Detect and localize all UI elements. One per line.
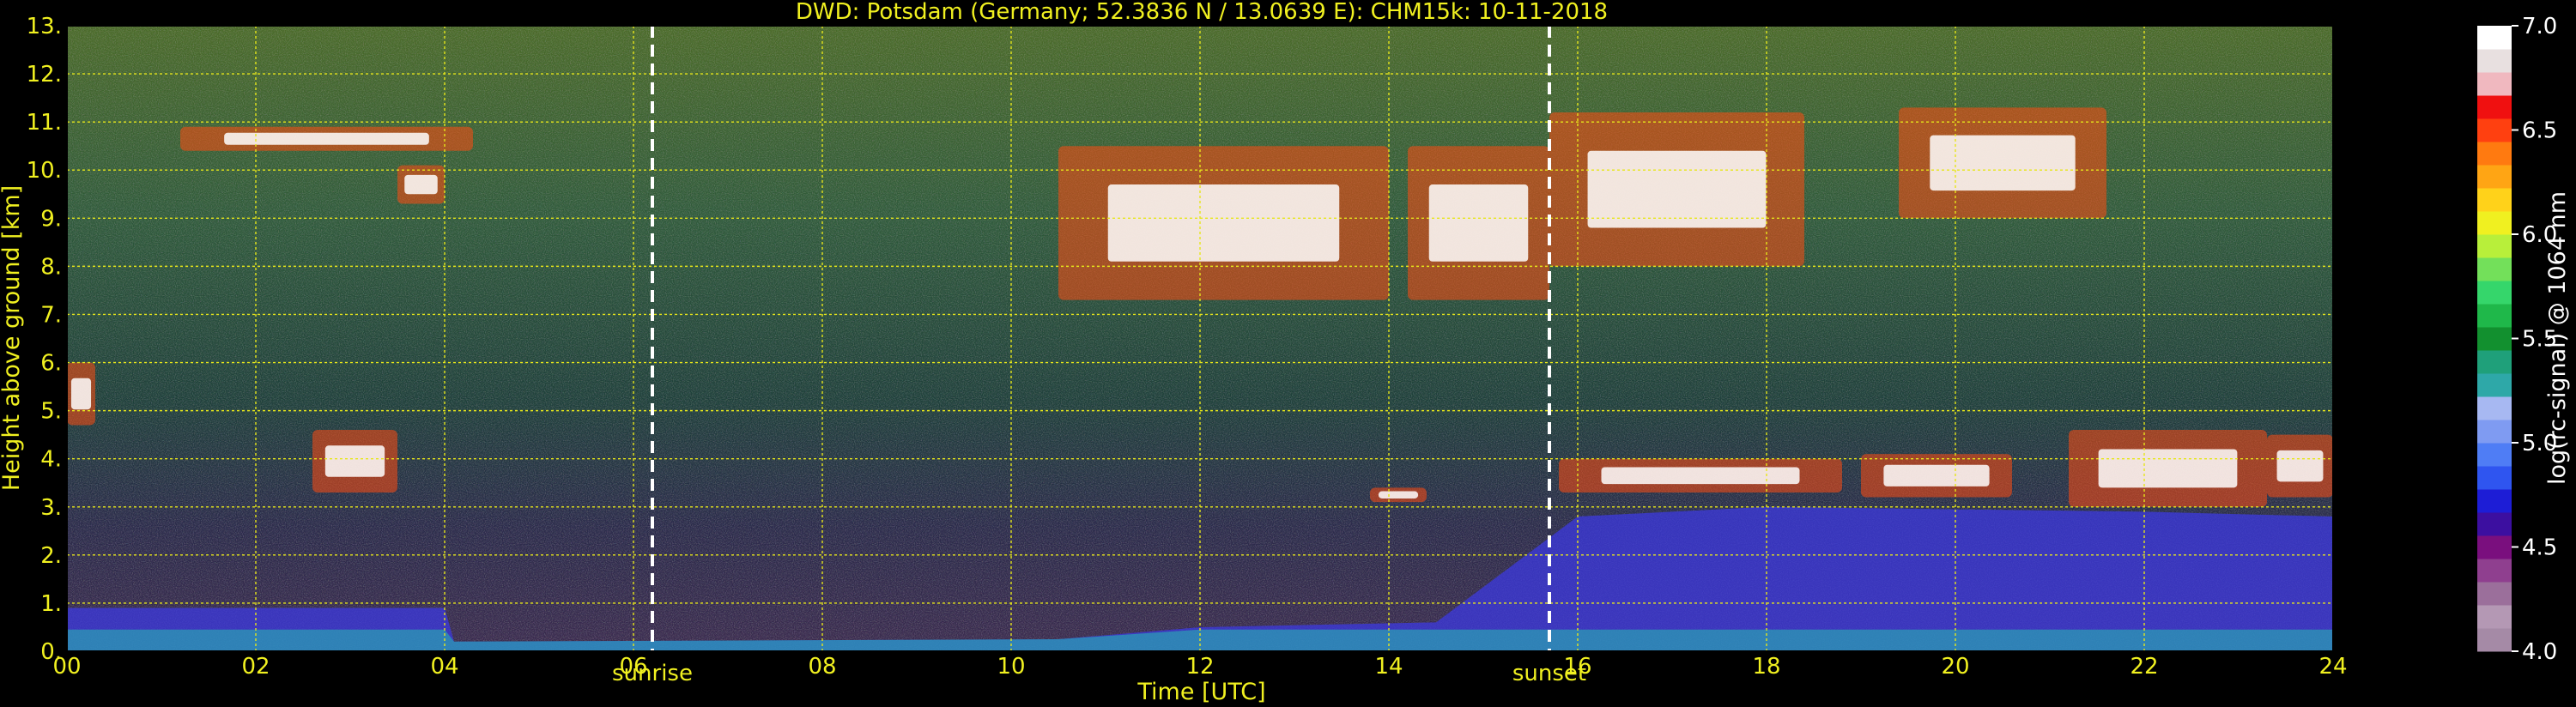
y-tick-label: 7. bbox=[40, 302, 62, 328]
colorbar-segment bbox=[2477, 118, 2512, 142]
colorbar-segment bbox=[2477, 350, 2512, 374]
colorbar-segment bbox=[2477, 582, 2512, 606]
colorbar-segment bbox=[2477, 396, 2512, 420]
colorbar-tick-label: 4.0 bbox=[2522, 639, 2557, 665]
cloud-core-9 bbox=[1601, 467, 1800, 485]
y-tick-label: 9. bbox=[40, 206, 62, 232]
colorbar-segment bbox=[2477, 420, 2512, 444]
colorbar-segment bbox=[2477, 188, 2512, 212]
y-tick-label: 11. bbox=[27, 110, 62, 136]
colorbar-tick-label: 6.5 bbox=[2522, 118, 2557, 144]
cloud-core-11 bbox=[2098, 449, 2238, 488]
colorbar-segment bbox=[2477, 49, 2512, 73]
colorbar-segment bbox=[2477, 72, 2512, 96]
x-tick-label: 22 bbox=[2130, 654, 2158, 680]
y-tick-label: 12. bbox=[27, 62, 62, 88]
cloud-core-5 bbox=[1428, 184, 1529, 262]
colorbar-segment bbox=[2477, 142, 2512, 166]
cloud-core-3 bbox=[70, 378, 92, 410]
colorbar-tick-label: 7.0 bbox=[2522, 14, 2557, 39]
colorbar-segment bbox=[2477, 373, 2512, 397]
colorbar-segment bbox=[2477, 26, 2512, 50]
colorbar-segment bbox=[2477, 512, 2512, 536]
x-tick-label: 14 bbox=[1374, 654, 1403, 680]
y-tick-label: 5. bbox=[40, 399, 62, 425]
cloud-core-8 bbox=[1378, 491, 1419, 499]
cloud-core-12 bbox=[2276, 450, 2324, 482]
cloud-core-4 bbox=[1107, 184, 1340, 262]
x-tick-label: 04 bbox=[430, 654, 458, 680]
y-tick-label: 13. bbox=[27, 14, 62, 39]
colorbar-segment bbox=[2477, 489, 2512, 513]
colorbar-segment bbox=[2477, 281, 2512, 305]
colorbar-segment bbox=[2477, 165, 2512, 189]
x-tick-label: 18 bbox=[1752, 654, 1780, 680]
ceilometer-chart: DWD: Potsdam (Germany; 52.3836 N / 13.06… bbox=[0, 0, 2571, 705]
y-tick-label: 10. bbox=[27, 158, 62, 184]
colorbar-segment bbox=[2477, 304, 2512, 328]
cloud-core-10 bbox=[1883, 464, 1990, 486]
colorbar-segment bbox=[2477, 466, 2512, 490]
x-tick-label: 20 bbox=[1941, 654, 1969, 680]
colorbar-tick-label: 4.5 bbox=[2522, 535, 2557, 561]
cloud-core-1 bbox=[404, 174, 438, 195]
y-tick-label: 4. bbox=[40, 447, 62, 473]
colorbar-segment bbox=[2477, 628, 2512, 652]
cloud-core-2 bbox=[324, 445, 385, 477]
y-tick-label: 2. bbox=[40, 543, 62, 569]
colorbar-segment bbox=[2477, 443, 2512, 467]
x-tick-label: 10 bbox=[997, 654, 1025, 680]
plot-area: sunrise sunset bbox=[66, 25, 2334, 686]
x-tick-label: 06 bbox=[619, 654, 647, 680]
y-tick-label: 6. bbox=[40, 351, 62, 377]
chart-title: DWD: Potsdam (Germany; 52.3836 N / 13.06… bbox=[796, 0, 1608, 25]
y-tick-label: 1. bbox=[40, 591, 62, 617]
colorbar-segment bbox=[2477, 211, 2512, 235]
y-axis: 0. 1. 2. 3. 4. 5. 6. 7. 8. 9. 10. 11. 12. 13. bbox=[27, 14, 62, 665]
colorbar-segment bbox=[2477, 535, 2512, 559]
colorbar-segment bbox=[2477, 605, 2512, 629]
colorbar-segment bbox=[2477, 257, 2512, 281]
x-axis: 00 02 04 06 08 10 12 14 16 18 20 22 24 bbox=[52, 654, 2347, 680]
x-tick-label: 02 bbox=[241, 654, 270, 680]
y-tick-label: 8. bbox=[40, 254, 62, 280]
colorbar-segment bbox=[2477, 327, 2512, 351]
y-tick-label: 3. bbox=[40, 495, 62, 521]
x-tick-label: 12 bbox=[1185, 654, 1214, 680]
cloud-core-7 bbox=[1930, 135, 2076, 191]
colorbar-segment bbox=[2477, 559, 2512, 583]
cloud-core-6 bbox=[1587, 150, 1767, 228]
colorbar-label: log(rc-signal) @ 1064 nm bbox=[2544, 191, 2571, 485]
x-tick-label: 08 bbox=[808, 654, 836, 680]
y-tick-label: 0. bbox=[40, 639, 62, 665]
y-axis-label: Height above ground [km] bbox=[0, 185, 25, 491]
cloud-core-0 bbox=[224, 132, 429, 145]
x-tick-label: 24 bbox=[2318, 654, 2347, 680]
x-axis-label: Time [UTC] bbox=[1136, 679, 1265, 705]
x-tick-label: 16 bbox=[1563, 654, 1591, 680]
colorbar-segment bbox=[2477, 234, 2512, 258]
colorbar-segment bbox=[2477, 95, 2512, 119]
